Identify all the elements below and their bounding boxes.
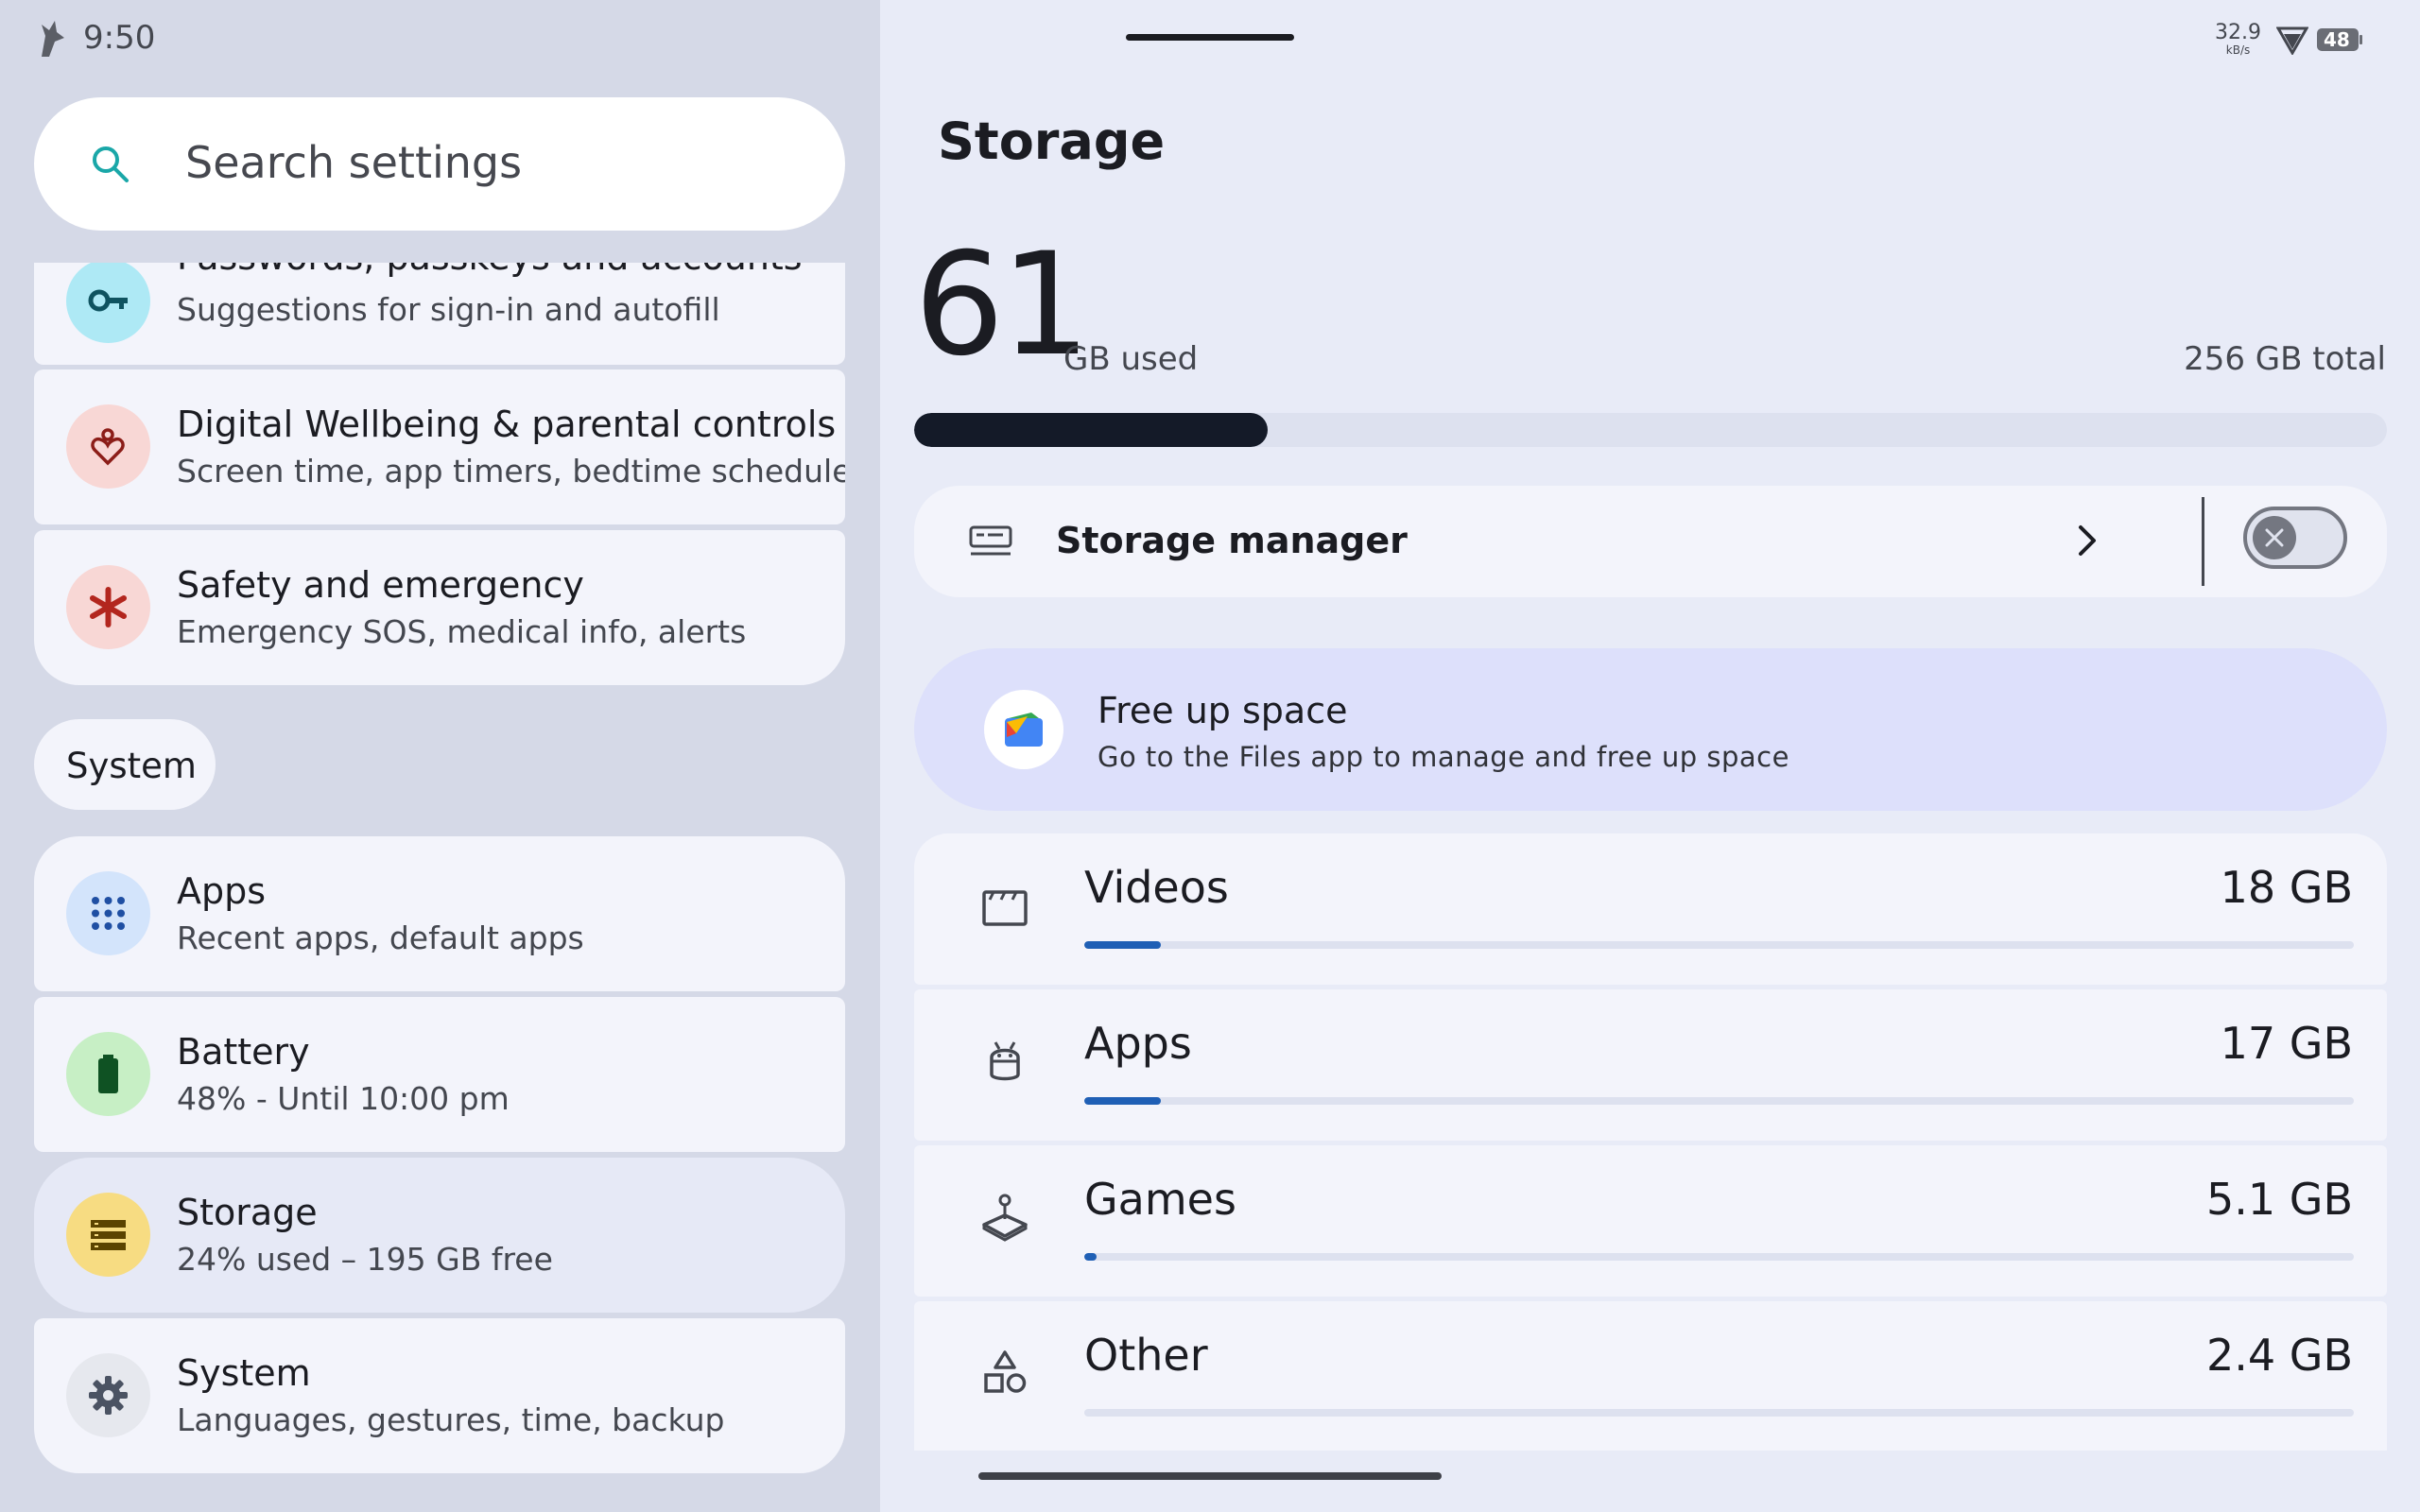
asterisk-icon [66, 565, 150, 649]
settings-item-battery[interactable]: Battery 48% - Until 10:00 pm [34, 997, 845, 1152]
settings-item-subtitle: Languages, gestures, time, backup [177, 1401, 725, 1438]
storage-usage-bar [914, 413, 2387, 447]
category-size: 17 GB [2220, 1018, 2353, 1069]
category-usage-fill [1084, 1097, 1161, 1105]
category-usage-bar [1084, 941, 2354, 949]
search-icon [93, 146, 129, 182]
notification-bird-icon [42, 21, 64, 57]
settings-item-title: Apps [177, 870, 267, 912]
settings-item-subtitle: Screen time, app timers, bedtime schedul… [177, 453, 845, 490]
category-usage-fill [1084, 1253, 1098, 1261]
apps-grid-icon [66, 871, 150, 955]
settings-item-safety-emergency[interactable]: Safety and emergency Emergency SOS, medi… [34, 530, 845, 685]
storage-usage-fill [914, 413, 1268, 447]
search-placeholder: Search settings [185, 137, 523, 188]
category-usage-fill [1084, 941, 1161, 949]
section-header-label: System [66, 746, 197, 786]
category-size: 2.4 GB [2206, 1330, 2353, 1381]
category-usage-bar [1084, 1409, 2354, 1417]
storage-panel: 32.9 kB/s 48 Storage 61 GB used 256 GB t… [880, 0, 2420, 1512]
settings-sidebar: 9:50 Search settings Passwords, passkeys… [0, 0, 880, 1512]
settings-item-subtitle: 24% used – 195 GB free [177, 1241, 553, 1278]
storage-manager-row[interactable]: Storage manager [914, 486, 2387, 597]
settings-item-title: Battery [177, 1031, 310, 1073]
category-name: Apps [1084, 1018, 1192, 1069]
search-bar[interactable]: Search settings [34, 97, 845, 231]
settings-item-apps[interactable]: Apps Recent apps, default apps [34, 836, 845, 991]
settings-item-title: Digital Wellbeing & parental controls [177, 404, 837, 445]
status-time: 9:50 [83, 19, 156, 57]
settings-item-passwords[interactable]: Passwords, passkeys and accounts Suggest… [34, 263, 845, 365]
heart-person-icon [66, 404, 150, 489]
category-usage-bar [1084, 1097, 2354, 1105]
page-title: Storage [938, 112, 1166, 171]
settings-item-title: Safety and emergency [177, 564, 584, 606]
settings-item-subtitle: Recent apps, default apps [177, 919, 584, 956]
settings-list: Passwords, passkeys and accounts Suggest… [34, 263, 845, 1512]
network-speed: 32.9 kB/s [2215, 23, 2261, 59]
close-icon [2265, 528, 2284, 547]
category-usage-bar [1084, 1253, 2354, 1261]
storage-icon [66, 1193, 150, 1277]
video-icon [982, 890, 1028, 926]
category-size: 18 GB [2220, 862, 2353, 913]
section-header-system: System [34, 719, 216, 810]
files-app-icon [984, 690, 1063, 769]
total-storage-label: 256 GB total [2184, 340, 2386, 378]
used-storage-value: 61 [914, 223, 1091, 387]
chevron-right-icon[interactable] [2073, 520, 2101, 561]
key-icon [66, 263, 150, 343]
settings-item-storage[interactable]: Storage 24% used – 195 GB free [34, 1158, 845, 1313]
settings-item-system[interactable]: System Languages, gestures, time, backup [34, 1318, 845, 1473]
used-storage-label: GB used [1063, 340, 1199, 378]
settings-item-subtitle: Suggestions for sign-in and autofill [177, 291, 720, 328]
free-up-space-card[interactable]: Free up space Go to the Files app to man… [914, 648, 2387, 811]
settings-item-digital-wellbeing[interactable]: Digital Wellbeing & parental controls Sc… [34, 369, 845, 524]
drag-handle[interactable] [1126, 34, 1294, 41]
gesture-navigation-bar[interactable] [978, 1472, 1442, 1480]
joystick-icon [982, 1194, 1028, 1242]
storage-category-videos[interactable]: Videos 18 GB [914, 833, 2387, 985]
free-up-space-subtitle: Go to the Files app to manage and free u… [1098, 741, 1789, 773]
category-size: 5.1 GB [2206, 1174, 2353, 1225]
category-name: Games [1084, 1174, 1236, 1225]
settings-item-title: Storage [177, 1192, 318, 1233]
free-up-space-title: Free up space [1098, 690, 1348, 731]
storage-category-apps[interactable]: Apps 17 GB [914, 989, 2387, 1141]
storage-manager-icon [969, 525, 1012, 556]
storage-manager-toggle[interactable] [2243, 507, 2347, 569]
settings-item-subtitle: Emergency SOS, medical info, alerts [177, 613, 747, 650]
category-name: Other [1084, 1330, 1208, 1381]
divider [2202, 497, 2204, 586]
battery-icon [66, 1032, 150, 1116]
storage-category-other[interactable]: Other 2.4 GB [914, 1301, 2387, 1451]
toggle-knob [2253, 516, 2296, 559]
battery-status-icon: 48 [2316, 26, 2363, 53]
battery-level: 48 [2324, 28, 2350, 51]
gear-icon [66, 1353, 150, 1437]
settings-item-subtitle: 48% - Until 10:00 pm [177, 1080, 510, 1117]
storage-category-games[interactable]: Games 5.1 GB [914, 1145, 2387, 1297]
wifi-icon [2276, 26, 2308, 55]
settings-item-title: Passwords, passkeys and accounts [177, 263, 803, 278]
category-name: Videos [1084, 862, 1229, 913]
android-icon [990, 1041, 1020, 1081]
storage-manager-label: Storage manager [1056, 520, 1408, 561]
shapes-icon [984, 1350, 1027, 1393]
settings-item-title: System [177, 1352, 311, 1394]
